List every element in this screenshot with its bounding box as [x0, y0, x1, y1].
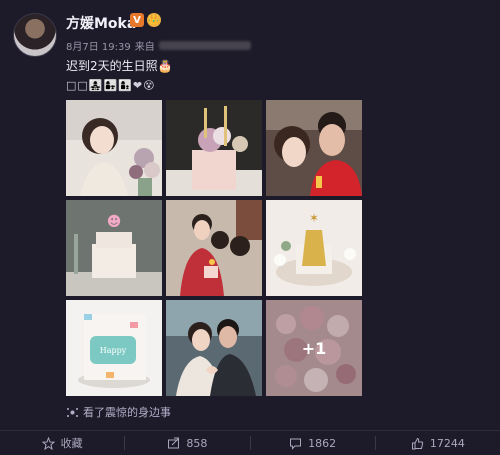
- like-button[interactable]: 17244: [376, 431, 500, 455]
- photo-2[interactable]: [166, 100, 262, 196]
- photo-7[interactable]: Happy: [66, 300, 162, 396]
- post-text: 迟到2天的生日照🎂: [66, 59, 173, 73]
- verified-icon: V: [130, 13, 144, 27]
- emoji-row: □□👩‍👧‍👧👩‍👧👩‍👦❤😵: [66, 79, 156, 92]
- repost-count: 858: [186, 436, 208, 450]
- svg-text:Happy: Happy: [100, 346, 127, 355]
- user-badges: V 👑: [130, 13, 161, 27]
- photo-grid: ☻ ✶ Happy +1: [66, 100, 363, 398]
- blurred-source: [158, 41, 251, 50]
- photo-9[interactable]: +1: [266, 300, 362, 396]
- thumbs-up-icon: [411, 437, 424, 449]
- post-meta: 8月7日 19:39 来自: [66, 38, 251, 53]
- photo-4[interactable]: ☻: [66, 200, 162, 296]
- username[interactable]: 方媛Moka: [66, 13, 136, 33]
- favorite-label: 收藏: [60, 437, 83, 450]
- photo-8[interactable]: [166, 300, 262, 396]
- crown-icon: 👑: [147, 13, 161, 27]
- photo-6[interactable]: ✶: [266, 200, 362, 296]
- repost-button[interactable]: 858: [125, 431, 249, 455]
- source-line-text: 看了震惊的身边事: [83, 406, 171, 419]
- star-icon: [41, 436, 55, 450]
- svg-text:☻: ☻: [107, 214, 122, 230]
- user-avatar[interactable]: [13, 13, 57, 57]
- source-line[interactable]: 看了震惊的身边事: [66, 404, 171, 420]
- post-date: 8月7日 19:39: [66, 42, 131, 53]
- favorite-button[interactable]: 收藏: [0, 431, 124, 455]
- photo-5[interactable]: [166, 200, 262, 296]
- photo-1[interactable]: [66, 100, 162, 196]
- svg-text:✶: ✶: [309, 211, 319, 225]
- comment-button[interactable]: 1862: [251, 431, 375, 455]
- source-prefix: 来自: [134, 42, 155, 53]
- sparkle-icon: [67, 407, 78, 417]
- like-count: 17244: [429, 436, 465, 450]
- comment-count: 1862: [308, 436, 337, 450]
- photo-3[interactable]: [266, 100, 362, 196]
- repost-icon: [168, 437, 180, 448]
- more-photos-count[interactable]: +1: [266, 300, 362, 396]
- action-bar: 收藏 858 1862 17244: [0, 430, 500, 455]
- comment-icon: [290, 438, 302, 450]
